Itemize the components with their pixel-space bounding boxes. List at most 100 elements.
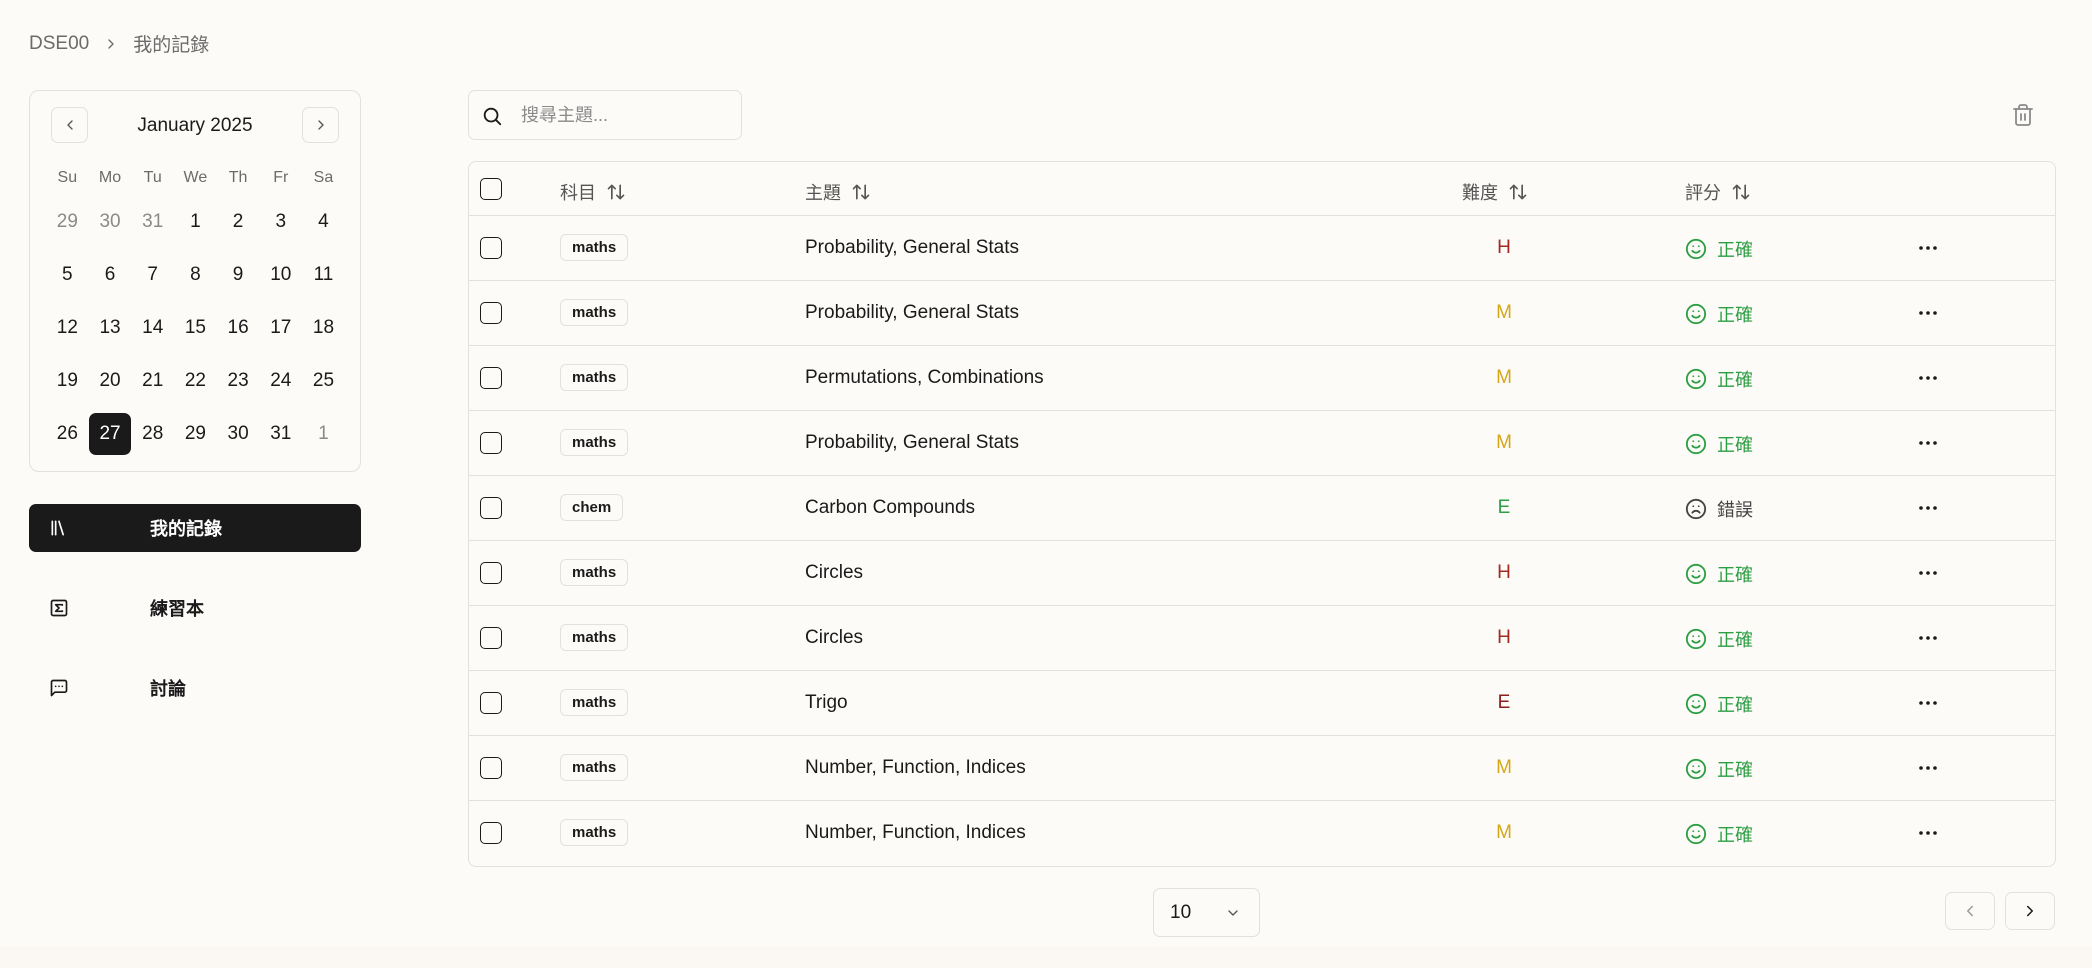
next-page-button[interactable] [2005, 892, 2055, 930]
calendar-day[interactable]: 18 [302, 301, 345, 354]
calendar-day-number: 31 [270, 422, 292, 444]
more-options-icon[interactable] [1916, 626, 1940, 650]
calendar-day[interactable]: 26 [46, 407, 89, 460]
calendar-day[interactable]: 6 [89, 248, 132, 301]
table-row[interactable]: maths Probability, General Stats M 正確 [469, 411, 2055, 476]
calendar-day[interactable]: 4 [302, 195, 345, 248]
trash-icon[interactable] [2011, 103, 2035, 127]
calendar-day[interactable]: 21 [131, 354, 174, 407]
calendar-day[interactable]: 25 [302, 354, 345, 407]
calendar-day[interactable]: 13 [89, 301, 132, 354]
table-row[interactable]: maths Probability, General Stats H 正確 [469, 216, 2055, 281]
calendar-day[interactable]: 23 [217, 354, 260, 407]
column-header-rating[interactable]: 評分 [1685, 179, 1751, 205]
previous-page-button[interactable] [1945, 892, 1995, 930]
calendar-day[interactable]: 5 [46, 248, 89, 301]
row-checkbox[interactable] [480, 757, 502, 779]
more-options-icon[interactable] [1916, 561, 1940, 585]
calendar-day[interactable]: 1 [302, 407, 345, 460]
select-all-checkbox[interactable] [480, 178, 502, 200]
breadcrumb: DSE00 我的記錄 [29, 30, 209, 57]
more-options-icon[interactable] [1916, 236, 1940, 260]
rating-label: 錯誤 [1717, 500, 1753, 520]
calendar-day-number: 30 [227, 422, 249, 444]
calendar-day[interactable]: 20 [89, 354, 132, 407]
more-options-icon[interactable] [1916, 756, 1940, 780]
row-checkbox[interactable] [480, 692, 502, 714]
row-checkbox[interactable] [480, 497, 502, 519]
table-row[interactable]: maths Circles H 正確 [469, 541, 2055, 606]
calendar-day[interactable]: 9 [217, 248, 260, 301]
table-row[interactable]: chem Carbon Compounds E 錯誤 [469, 476, 2055, 541]
calendar-day[interactable]: 30 [89, 195, 132, 248]
sidebar-item-records[interactable]: 我的記錄 [29, 504, 361, 552]
table-row[interactable]: maths Permutations, Combinations M 正確 [469, 346, 2055, 411]
calendar-day[interactable]: 31 [131, 195, 174, 248]
calendar-day[interactable]: 17 [259, 301, 302, 354]
search-input[interactable] [521, 91, 731, 139]
calendar-day[interactable]: 7 [131, 248, 174, 301]
column-header-subject[interactable]: 科目 [560, 179, 626, 205]
chevron-down-icon [1228, 910, 1238, 916]
calendar-day[interactable]: 11 [302, 248, 345, 301]
more-options-icon[interactable] [1916, 366, 1940, 390]
calendar-day-number: 20 [99, 369, 121, 391]
more-options-icon[interactable] [1916, 821, 1940, 845]
more-options-icon[interactable] [1916, 301, 1940, 325]
difficulty-cell: H [1497, 562, 1511, 583]
calendar-day[interactable]: 8 [174, 248, 217, 301]
calendar-day[interactable]: 3 [259, 195, 302, 248]
row-checkbox[interactable] [480, 562, 502, 584]
calendar-day[interactable]: 24 [259, 354, 302, 407]
calendar-day[interactable]: 29 [46, 195, 89, 248]
row-checkbox[interactable] [480, 627, 502, 649]
sidebar-item-discussion[interactable]: 討論 [29, 664, 361, 712]
calendar-day[interactable]: 19 [46, 354, 89, 407]
more-options-icon[interactable] [1916, 431, 1940, 455]
subject-badge: maths [560, 689, 629, 716]
calendar-weekday: We [183, 169, 208, 186]
breadcrumb-root[interactable]: DSE00 [29, 33, 89, 55]
table-row[interactable]: maths Number, Function, Indices M 正確 [469, 736, 2055, 801]
table-row[interactable]: maths Circles H 正確 [469, 606, 2055, 671]
calendar-day[interactable]: 15 [174, 301, 217, 354]
row-checkbox[interactable] [480, 432, 502, 454]
sidebar-item-workbook[interactable]: 練習本 [29, 584, 361, 632]
difficulty-cell: H [1497, 237, 1511, 258]
table-row[interactable]: maths Number, Function, Indices M 正確 [469, 801, 2055, 866]
difficulty-cell: M [1496, 302, 1512, 323]
calendar-day[interactable]: 29 [174, 407, 217, 460]
row-checkbox[interactable] [480, 822, 502, 844]
row-checkbox[interactable] [480, 302, 502, 324]
row-checkbox[interactable] [480, 237, 502, 259]
table-row[interactable]: maths Trigo E 正確 [469, 671, 2055, 736]
sort-icon [852, 184, 870, 200]
row-checkbox[interactable] [480, 367, 502, 389]
smile-icon [1685, 238, 1707, 260]
column-header-difficulty[interactable]: 難度 [1462, 179, 1528, 205]
page-size-select[interactable]: 10 [1153, 888, 1260, 937]
calendar-day[interactable]: 30 [217, 407, 260, 460]
calendar-day[interactable]: 14 [131, 301, 174, 354]
more-options-icon[interactable] [1916, 496, 1940, 520]
calendar-header: January 2025 [30, 107, 360, 143]
calendar-day-number: 3 [275, 210, 287, 232]
calendar-day[interactable]: 1 [174, 195, 217, 248]
more-options-icon[interactable] [1916, 691, 1940, 715]
calendar-day[interactable]: 16 [217, 301, 260, 354]
calendar-next-month-button[interactable] [302, 107, 339, 143]
column-header-topic[interactable]: 主題 [805, 179, 871, 205]
calendar-day[interactable]: 22 [174, 354, 217, 407]
calendar-day-number: 9 [232, 263, 244, 285]
calendar-weekday: Th [228, 169, 248, 186]
calendar-day[interactable]: 28 [131, 407, 174, 460]
calendar-day[interactable]: 2 [217, 195, 260, 248]
calendar-day[interactable]: 10 [259, 248, 302, 301]
sort-icon [1732, 184, 1750, 200]
subject-badge: maths [560, 299, 629, 326]
calendar-day-selected[interactable]: 27 [89, 407, 132, 460]
table-row[interactable]: maths Probability, General Stats M 正確 [469, 281, 2055, 346]
smile-icon [1685, 563, 1707, 585]
calendar-day[interactable]: 12 [46, 301, 89, 354]
calendar-day[interactable]: 31 [259, 407, 302, 460]
